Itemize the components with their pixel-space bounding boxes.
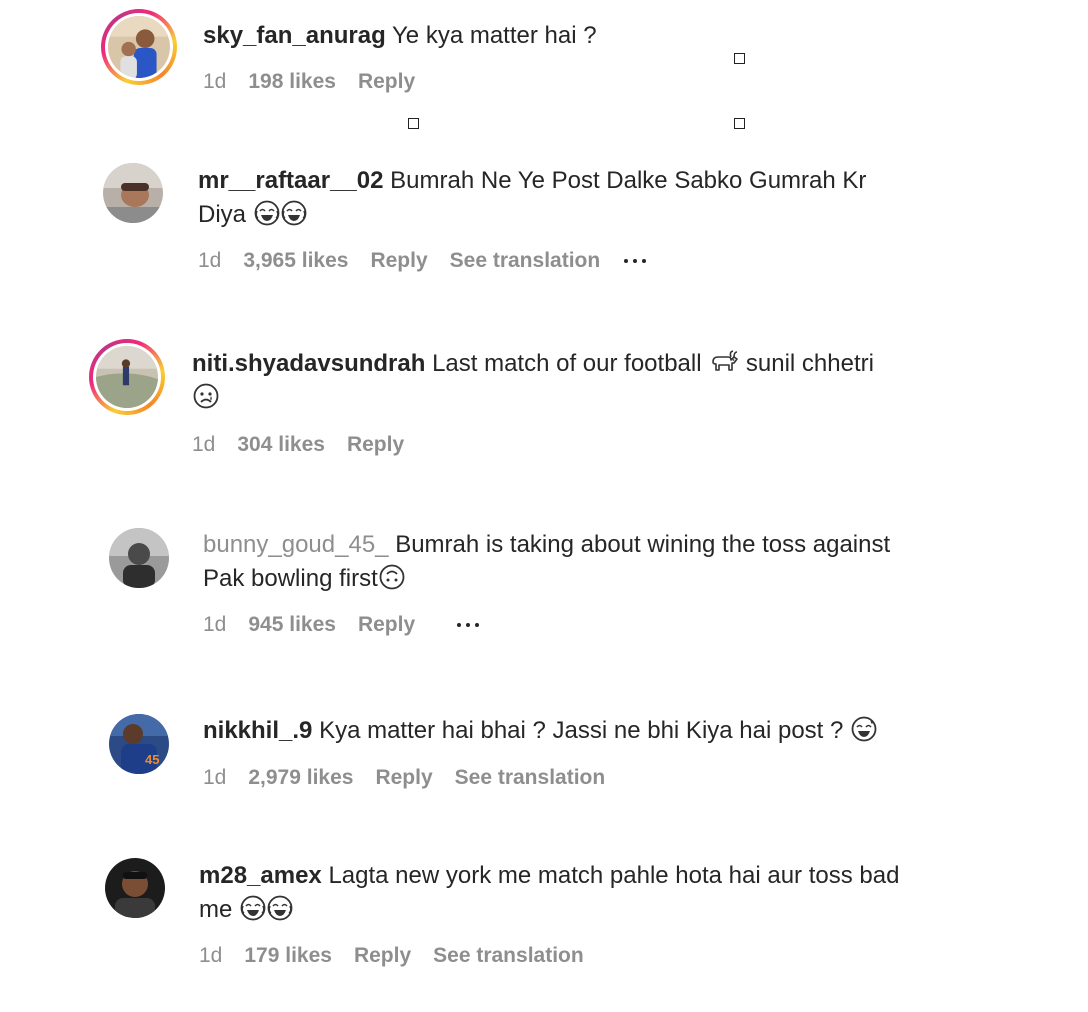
- likes-count[interactable]: 179 likes: [244, 942, 332, 970]
- goat-emoji: [709, 349, 739, 375]
- comment-username[interactable]: m28_amex: [199, 862, 322, 889]
- reply-button[interactable]: Reply: [354, 942, 411, 970]
- grinning-face-with-sweat-emoji: [851, 716, 877, 742]
- selection-handle-top-right[interactable]: [734, 53, 745, 64]
- reply-button[interactable]: Reply: [375, 764, 432, 792]
- comment-time: 1d: [199, 944, 223, 967]
- selection-handle-bottom-left[interactable]: [408, 118, 419, 129]
- see-translation-link[interactable]: See translation: [450, 247, 601, 275]
- comment-body: Ye kya matter hai ?: [392, 22, 597, 49]
- comment-text: m28_amex Lagta new york me match pahle h…: [199, 859, 919, 927]
- comment-meta: 1d 198 likes Reply: [203, 68, 437, 96]
- face-with-tears-of-joy-emoji: [254, 200, 280, 226]
- comment-meta: 1d 179 likes Reply See translation: [199, 942, 606, 970]
- comment-time: 1d: [198, 249, 222, 272]
- comment-text: mr__raftaar__02 Bumrah Ne Ye Post Dalke …: [198, 164, 918, 232]
- reply-button[interactable]: Reply: [370, 247, 427, 275]
- face-with-tears-of-joy-emoji: [267, 895, 293, 921]
- avatar[interactable]: [105, 858, 165, 918]
- comment-meta: 1d 2,979 likes Reply See translation: [203, 764, 627, 792]
- svg-text:45: 45: [145, 752, 159, 767]
- comment-meta: 1d 945 likes Reply: [203, 611, 480, 639]
- crying-face-emoji: [193, 383, 219, 409]
- face-with-tears-of-joy-emoji: [240, 895, 266, 921]
- upside-down-face-emoji: [379, 564, 405, 590]
- avatar[interactable]: 45: [109, 714, 169, 774]
- selection-handle-bottom-right[interactable]: [734, 118, 745, 129]
- comment-username[interactable]: mr__raftaar__02: [198, 167, 383, 194]
- reply-button[interactable]: Reply: [358, 68, 415, 96]
- comment-body-continued: sunil chhetri: [739, 350, 874, 377]
- comment-body: Last match of our football: [432, 350, 702, 377]
- likes-count[interactable]: 2,979 likes: [248, 764, 353, 792]
- comment-meta: 1d 304 likes Reply: [192, 431, 426, 459]
- avatar[interactable]: [109, 528, 169, 588]
- comment-text: bunny_goud_45_ Bumrah is taking about wi…: [203, 528, 893, 596]
- face-with-tears-of-joy-emoji: [281, 200, 307, 226]
- likes-count[interactable]: 3,965 likes: [243, 247, 348, 275]
- comment-username[interactable]: sky_fan_anurag: [203, 22, 386, 49]
- comment-body: Kya matter hai bhai ? Jassi ne bhi Kiya …: [319, 717, 844, 744]
- comment-username[interactable]: niti.shyadavsundrah: [192, 350, 425, 377]
- reply-button[interactable]: Reply: [358, 611, 415, 639]
- comment-username[interactable]: bunny_goud_45_: [203, 531, 389, 558]
- reply-button[interactable]: Reply: [347, 431, 404, 459]
- avatar[interactable]: [101, 9, 177, 85]
- see-translation-link[interactable]: See translation: [455, 764, 606, 792]
- comment-meta: 1d 3,965 likes Reply See translation: [198, 247, 647, 275]
- comment-text: niti.shyadavsundrah Last match of our fo…: [192, 347, 892, 415]
- likes-count[interactable]: 945 likes: [248, 611, 336, 639]
- more-horizontal-icon[interactable]: [457, 623, 480, 627]
- avatar[interactable]: [89, 339, 165, 415]
- comment-text: sky_fan_anurag Ye kya matter hai ?: [203, 19, 963, 53]
- comment-time: 1d: [203, 766, 227, 789]
- comment-username[interactable]: nikkhil_.9: [203, 717, 312, 744]
- likes-count[interactable]: 304 likes: [237, 431, 325, 459]
- comment-time: 1d: [203, 70, 227, 93]
- more-horizontal-icon[interactable]: [624, 259, 647, 263]
- avatar[interactable]: [103, 163, 163, 223]
- comment-time: 1d: [192, 433, 216, 456]
- comment-time: 1d: [203, 613, 227, 636]
- likes-count[interactable]: 198 likes: [248, 68, 336, 96]
- comment-text: nikkhil_.9 Kya matter hai bhai ? Jassi n…: [203, 714, 963, 748]
- see-translation-link[interactable]: See translation: [433, 942, 584, 970]
